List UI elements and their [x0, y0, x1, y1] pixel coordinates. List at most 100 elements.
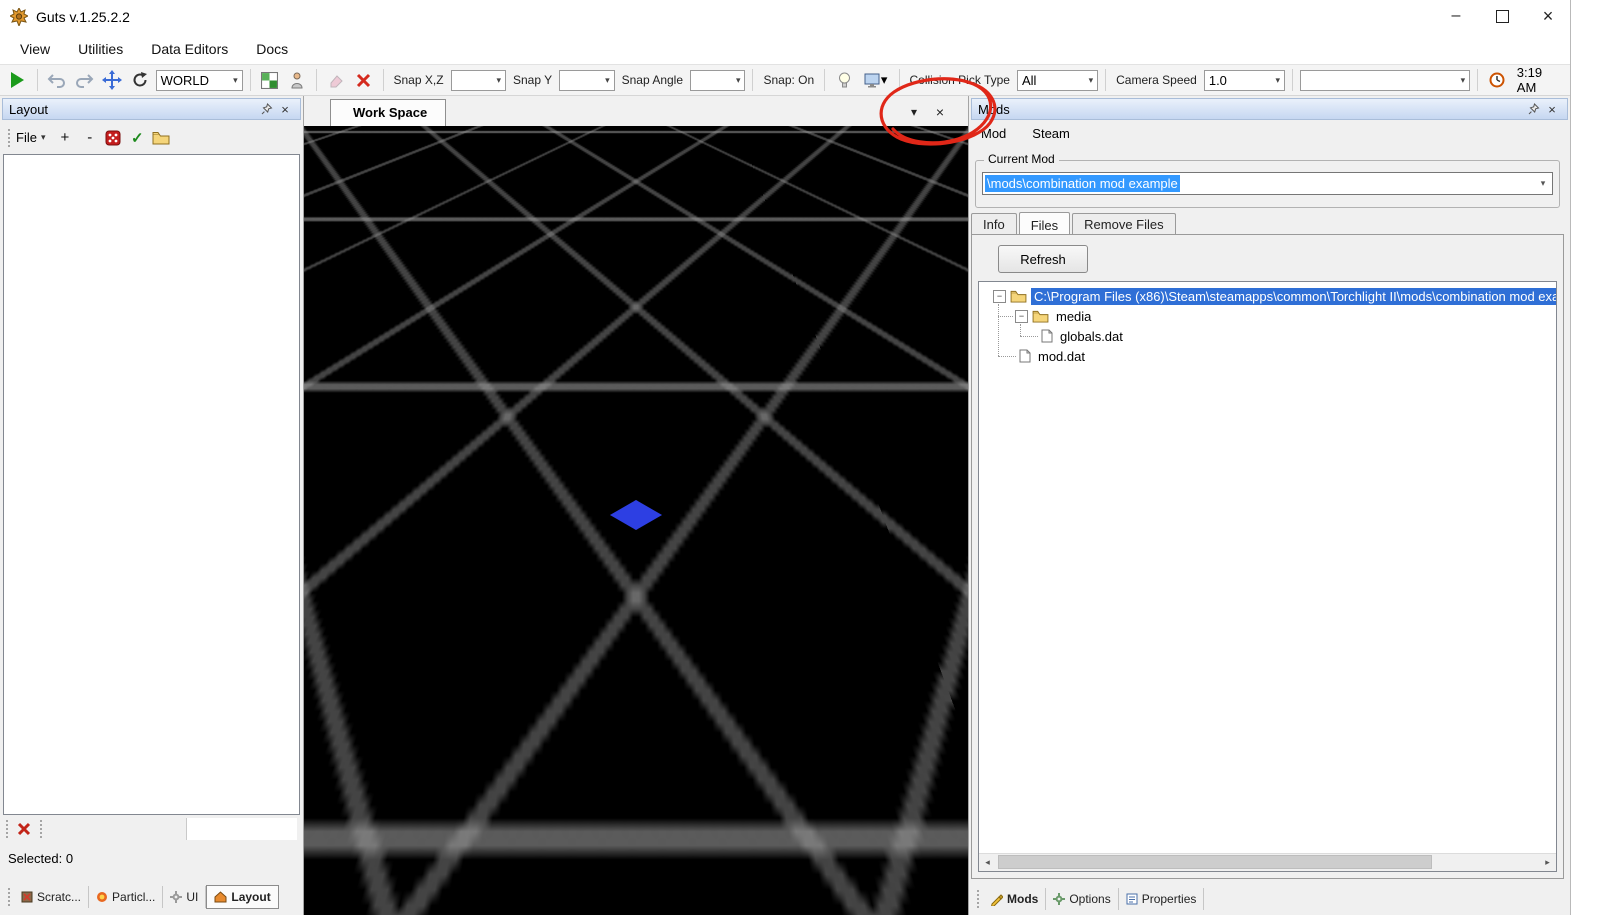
workspace-region: Work Space ▾ ×	[304, 96, 968, 915]
tree-row-media[interactable]: − media	[979, 306, 1556, 326]
light-toggle-button[interactable]	[832, 68, 856, 92]
undo-button[interactable]	[45, 68, 69, 92]
viewport-3d[interactable]	[304, 126, 968, 915]
menu-data-editors[interactable]: Data Editors	[137, 36, 242, 62]
clock-button[interactable]	[1485, 68, 1509, 92]
snap-on-toggle[interactable]: Snap: On	[763, 73, 814, 87]
tab-info[interactable]: Info	[971, 213, 1017, 235]
refresh-button[interactable]: Refresh	[998, 245, 1088, 273]
tree-row-mod-dat[interactable]: mod.dat	[979, 346, 1556, 366]
run-button[interactable]	[6, 68, 30, 92]
chevron-down-icon: ▾	[605, 74, 610, 85]
camera-speed-label: Camera Speed	[1116, 73, 1197, 87]
tab-particles[interactable]: Particl...	[89, 886, 164, 908]
dice-icon	[105, 130, 121, 145]
camera-speed-select[interactable]: 1.0 ▾	[1203, 69, 1285, 91]
toolbar-separator	[316, 69, 318, 91]
current-mod-combobox[interactable]: \mods\combination mod example ▾	[982, 172, 1553, 195]
add-button[interactable]: +	[60, 129, 69, 146]
world-mode-select[interactable]: WORLD ▾	[155, 69, 243, 91]
tab-steam[interactable]: Steam	[1032, 126, 1070, 146]
pin-button[interactable]	[258, 101, 276, 117]
maximize-button[interactable]	[1488, 5, 1516, 27]
delete-button[interactable]	[352, 68, 376, 92]
collapse-toggle[interactable]: −	[1015, 309, 1028, 323]
toolbar-grip[interactable]	[8, 128, 10, 147]
scrollbar-thumb[interactable]	[998, 855, 1433, 869]
scrollbar-track[interactable]	[996, 854, 1539, 871]
rotate-tool-button[interactable]	[128, 68, 152, 92]
tab-files[interactable]: Files	[1018, 212, 1071, 236]
collision-pick-select[interactable]: All ▾	[1016, 69, 1099, 91]
current-mod-label: Current Mod	[984, 152, 1059, 166]
tab-workspace[interactable]: Work Space	[330, 99, 447, 126]
menu-view[interactable]: View	[6, 36, 64, 62]
tab-mod[interactable]: Mod	[981, 126, 1006, 146]
tab-properties[interactable]: Properties	[1119, 888, 1205, 910]
close-panel-button[interactable]: ×	[1543, 101, 1561, 117]
right-dock-tabstrip: Mods Options Properties	[969, 885, 1570, 913]
scroll-right-button[interactable]: ▸	[1539, 854, 1556, 870]
extra-select[interactable]: ▾	[1299, 69, 1471, 91]
toolbar-grip[interactable]	[8, 888, 10, 906]
tab-list-button[interactable]: ▾	[906, 104, 922, 120]
tab-layout[interactable]: Layout	[206, 885, 279, 909]
minimize-button[interactable]: –	[1442, 5, 1470, 27]
eraser-button[interactable]	[324, 68, 348, 92]
snap-y-select[interactable]: ▾	[559, 69, 615, 91]
remove-button[interactable]: -	[87, 129, 92, 146]
layout-list-area[interactable]	[3, 154, 300, 815]
workspace-tabbar: Work Space ▾ ×	[304, 96, 968, 127]
tab-ui[interactable]: UI	[163, 886, 207, 908]
main-toolbar: WORLD ▾ Snap X,Z ▾ Snap Y ▾ Snap Angle ▾…	[0, 64, 1570, 96]
layout-panel-header: Layout ×	[2, 98, 301, 120]
tab-remove-files[interactable]: Remove Files	[1072, 213, 1176, 235]
close-button[interactable]: ×	[1534, 5, 1562, 27]
toolbar-grip[interactable]	[6, 820, 8, 838]
current-mod-value: \mods\combination mod example	[985, 175, 1180, 192]
file-menu-button[interactable]: File	[16, 130, 37, 145]
menu-docs[interactable]: Docs	[242, 36, 302, 62]
mods-panel-header: Mods ×	[971, 98, 1568, 120]
tab-label: Properties	[1141, 892, 1197, 906]
collapse-toggle[interactable]: −	[993, 289, 1006, 303]
layout-panel: Layout × File ▾ + - ✓ Selected: 0 Scratc…	[0, 96, 304, 915]
menu-utilities[interactable]: Utilities	[64, 36, 137, 62]
redo-icon	[76, 74, 94, 88]
close-panel-button[interactable]: ×	[276, 101, 294, 117]
tree-row-root[interactable]: − C:\Program Files (x86)\Steam\steamapps…	[979, 286, 1556, 306]
move-icon	[102, 70, 122, 90]
pencil-icon	[991, 893, 1003, 906]
layout-file-toolbar: File ▾ + - ✓	[2, 123, 301, 152]
tab-mods[interactable]: Mods	[983, 888, 1047, 910]
redo-button[interactable]	[72, 68, 96, 92]
snap-angle-select[interactable]: ▾	[690, 69, 746, 91]
tab-label: Mods	[1007, 892, 1039, 906]
terrain-grid-button[interactable]	[258, 68, 282, 92]
move-tool-button[interactable]	[100, 68, 124, 92]
tab-scratch[interactable]: Scratc...	[14, 886, 90, 908]
toolbar-grip[interactable]	[40, 820, 42, 838]
open-folder-button[interactable]	[149, 126, 173, 150]
toolbar-grip[interactable]	[977, 890, 979, 908]
close-workspace-button[interactable]: ×	[932, 104, 948, 120]
tab-options[interactable]: Options	[1046, 888, 1119, 910]
display-mode-button[interactable]: ▾	[860, 68, 892, 92]
pin-button[interactable]	[1525, 101, 1543, 117]
snap-xz-select[interactable]: ▾	[450, 69, 506, 91]
character-button[interactable]	[285, 68, 309, 92]
chevron-down-icon: ▾	[40, 132, 46, 142]
toolbar-separator	[249, 69, 251, 91]
clock-icon	[1489, 72, 1505, 88]
snap-angle-label: Snap Angle	[621, 73, 684, 87]
horizontal-scrollbar: ◂ ▸	[979, 853, 1556, 871]
maximize-icon	[1495, 9, 1509, 23]
clear-selection-button[interactable]	[12, 817, 36, 841]
tree-row-globals[interactable]: globals.dat	[979, 326, 1556, 346]
chevron-down-icon: ▾	[880, 72, 888, 87]
apply-button[interactable]: ✓	[125, 126, 149, 150]
tab-label: UI	[186, 890, 199, 904]
randomize-button[interactable]	[101, 126, 125, 150]
house-icon	[214, 891, 227, 903]
scroll-left-button[interactable]: ◂	[979, 854, 996, 870]
